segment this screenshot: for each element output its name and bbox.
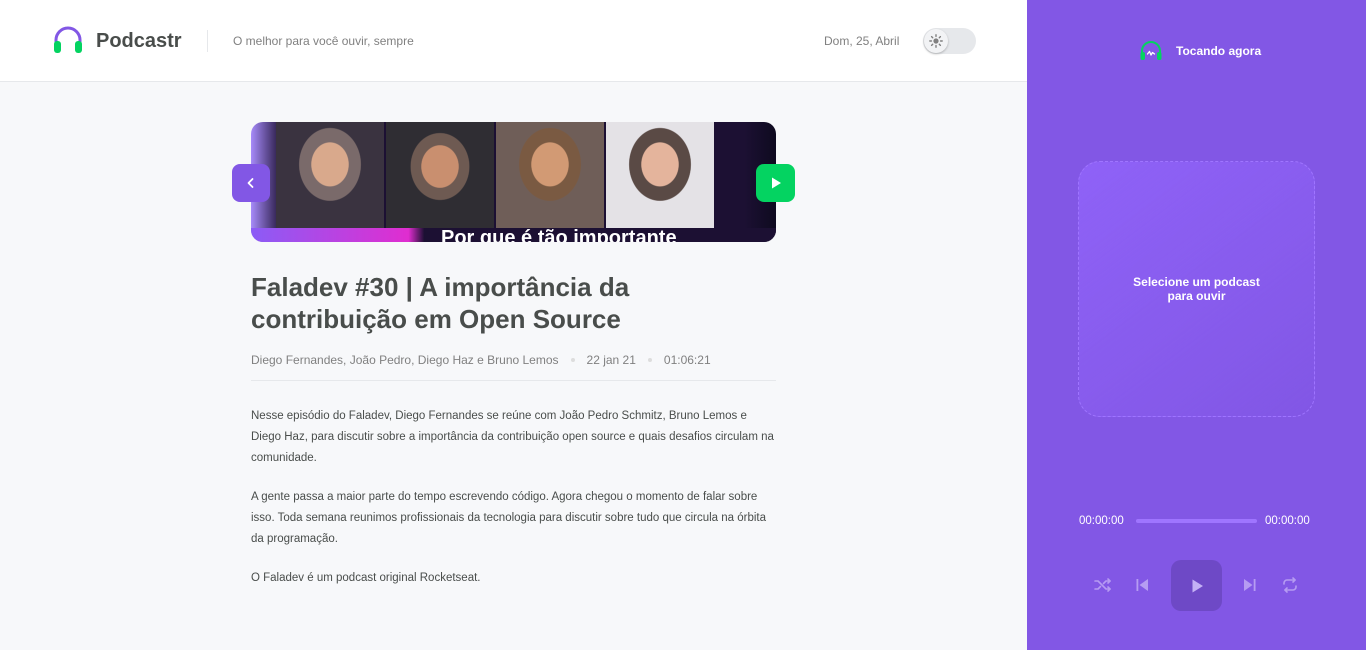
play-pause-button[interactable] <box>1171 560 1222 611</box>
episode-duration: 01:06:21 <box>663 353 711 367</box>
play-icon <box>1192 579 1203 592</box>
shuffle-button[interactable] <box>1091 573 1115 597</box>
repeat-icon <box>1283 577 1297 593</box>
empty-player-card: Selecione um podcast para ouvir <box>1078 161 1315 417</box>
next-button[interactable] <box>1238 573 1262 597</box>
separator-dot <box>570 358 575 362</box>
brand-name: Podcastr <box>96 30 182 52</box>
header-divider <box>207 30 208 52</box>
repeat-button[interactable] <box>1278 573 1302 597</box>
empty-player-text: Selecione um podcast para ouvir <box>1133 275 1260 303</box>
description-paragraph: O Faladev é um podcast original Rocketse… <box>251 572 481 584</box>
description-paragraph: A gente passa a maior parte do tempo esc… <box>251 491 767 545</box>
previous-button[interactable] <box>1130 573 1154 597</box>
next-icon <box>1244 579 1256 591</box>
host-photo <box>276 122 384 228</box>
current-date: Dom, 25, Abril <box>824 34 900 48</box>
back-button[interactable] <box>232 164 270 202</box>
headphones-logo-icon <box>54 26 82 53</box>
description-paragraph: Nesse episódio do Faladev, Diego Fernand… <box>251 410 774 464</box>
episode-meta: Diego Fernandes, João Pedro, Diego Haz e… <box>251 353 711 367</box>
episode-title: Faladev #30 | A importância da contribui… <box>251 272 630 334</box>
now-playing-title: Tocando agora <box>1176 44 1262 58</box>
headphones-icon <box>1140 41 1162 60</box>
shuffle-icon <box>1094 578 1111 592</box>
progress-slider[interactable] <box>1136 519 1257 523</box>
guest-photo <box>386 122 494 228</box>
sun-icon <box>924 29 948 53</box>
thumbnail-caption: Por que é tão importante <box>441 227 677 242</box>
total-time: 00:00:00 <box>1265 515 1310 527</box>
guest-photo <box>496 122 604 228</box>
tagline: O melhor para você ouvir, sempre <box>233 34 414 48</box>
episode-date: 22 jan 21 <box>586 353 636 367</box>
episode-thumbnail: Por que é tão importante <box>251 122 776 242</box>
episode-description: Nesse episódio do Faladev, Diego Fernand… <box>251 406 776 607</box>
play-episode-button[interactable] <box>756 164 795 202</box>
chevron-left-icon <box>247 178 254 188</box>
separator-dot <box>647 358 652 362</box>
episode-members: Diego Fernandes, João Pedro, Diego Haz e… <box>251 353 559 367</box>
current-time: 00:00:00 <box>1079 515 1124 527</box>
main-content: Podcastr O melhor para você ouvir, sempr… <box>0 0 1027 650</box>
app-header: Podcastr O melhor para você ouvir, sempr… <box>0 0 1027 82</box>
guest-photo <box>606 122 714 228</box>
previous-icon <box>1136 579 1148 591</box>
play-icon <box>771 177 781 189</box>
theme-toggle[interactable] <box>923 28 976 54</box>
meta-divider <box>251 380 776 381</box>
